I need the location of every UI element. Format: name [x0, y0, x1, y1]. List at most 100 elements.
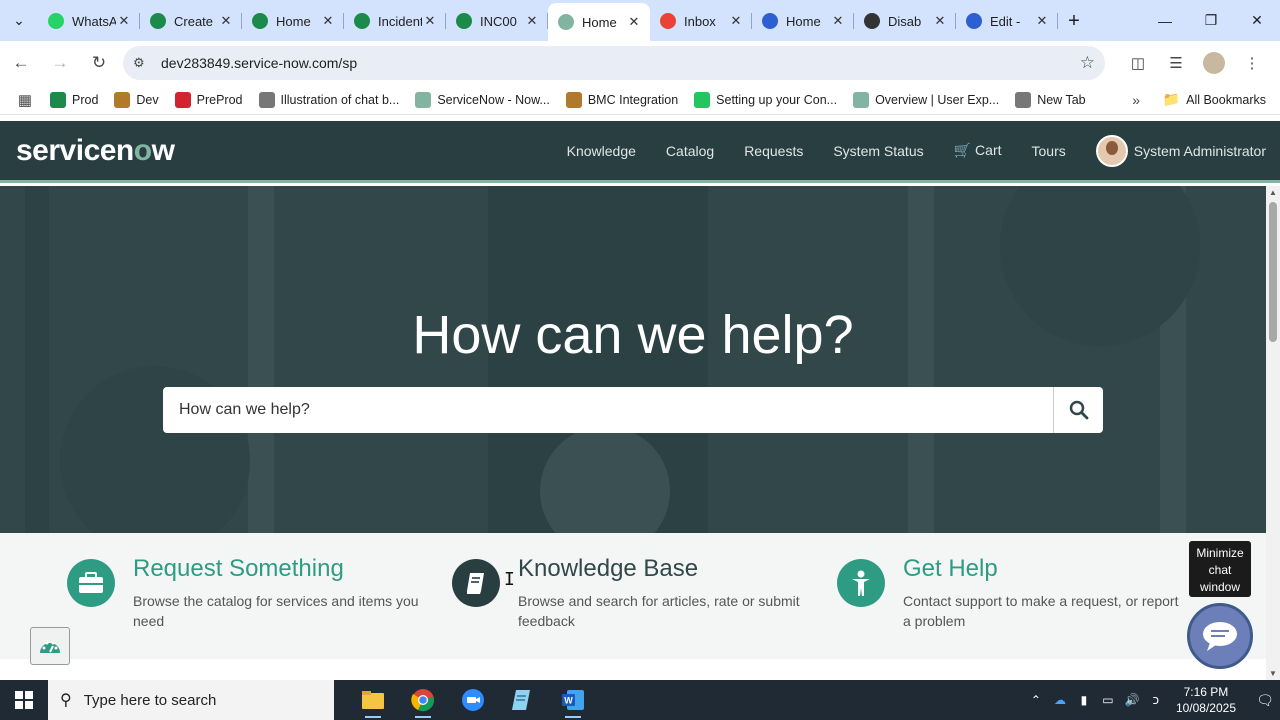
nav-catalog[interactable]: Catalog [666, 143, 714, 159]
onedrive-icon[interactable]: ☁ [1048, 693, 1072, 707]
bookmark-label: BMC Integration [587, 92, 679, 107]
close-tab-icon[interactable]: ✕ [830, 13, 846, 29]
taskbar-notepad[interactable] [498, 680, 548, 720]
browser-tab[interactable]: Home ✕ [242, 4, 344, 38]
feature-desc: Contact support to make a request, or re… [903, 593, 1179, 629]
tab-title: Create [174, 13, 214, 29]
reload-button[interactable]: ↻ [81, 45, 117, 81]
close-tab-icon[interactable]: ✕ [626, 14, 642, 30]
tab-title: Incident [378, 13, 422, 29]
globe-icon [1015, 91, 1032, 108]
bookmarks-overflow-icon[interactable]: » [1132, 92, 1140, 108]
new-tab-button[interactable]: + [1058, 4, 1090, 38]
servicenow-logo[interactable]: servicenow [16, 133, 175, 168]
bookmark-item[interactable]: Dev [114, 91, 159, 108]
browser-tab[interactable]: Home ✕ [752, 4, 854, 38]
feature-title[interactable]: Request Something [133, 555, 433, 583]
bookmark-label: Illustration of chat b... [280, 92, 400, 107]
close-tab-icon[interactable]: ✕ [116, 13, 132, 29]
tab-search-button[interactable]: ⌄ [0, 0, 38, 41]
address-bar[interactable]: ⚙ dev283849.service-now.com/sp ☆ [123, 46, 1105, 80]
close-tab-icon[interactable]: ✕ [422, 13, 438, 29]
system-clock[interactable]: 7:16 PM 10/08/2025 [1176, 684, 1236, 716]
bookmark-item[interactable]: ServiceNow - Now... [415, 91, 550, 108]
feature-title[interactable]: Get Help [903, 555, 1183, 583]
portal-search-button[interactable] [1053, 387, 1103, 433]
bookmark-item[interactable]: Overview | User Exp... [853, 91, 999, 108]
scrollbar-thumb[interactable] [1269, 202, 1277, 342]
minimize-button[interactable]: — [1142, 0, 1188, 41]
close-tab-icon[interactable]: ✕ [524, 13, 540, 29]
portal-search-input[interactable] [163, 387, 1053, 433]
feature-title[interactable]: Knowledge Base [518, 555, 818, 583]
site-info-icon[interactable]: ⚙ [133, 55, 155, 71]
tab-title: Edit - [990, 13, 1021, 29]
close-window-button[interactable]: ✕ [1234, 0, 1280, 41]
close-tab-icon[interactable]: ✕ [218, 13, 234, 29]
forward-button[interactable]: → [42, 45, 78, 81]
feature-get-help[interactable]: Get Help Contact support to make a reque… [837, 555, 1183, 631]
start-button[interactable] [0, 680, 48, 720]
browser-tab[interactable]: Home ✕ [548, 3, 650, 41]
close-tab-icon[interactable]: ✕ [320, 13, 336, 29]
media-control-icon[interactable]: ☰ [1157, 45, 1195, 81]
browser-tab[interactable]: WhatsApp✕ [38, 4, 140, 38]
feature-request-something[interactable]: Request Something Browse the catalog for… [67, 555, 433, 631]
browser-tab[interactable]: Inbox ✕ [650, 4, 752, 38]
taskbar-zoom[interactable] [448, 680, 498, 720]
language-icon[interactable]: כ [1144, 693, 1168, 707]
performance-dashboard-button[interactable] [30, 627, 70, 665]
usb-device-icon[interactable]: ▮ [1072, 693, 1096, 707]
browser-tab[interactable]: Incident ✕ [344, 4, 446, 38]
bookmark-star-icon[interactable]: ☆ [1080, 53, 1095, 73]
bookmark-item[interactable]: Setting up your Con... [694, 91, 837, 108]
bookmark-item[interactable]: New Tab [1015, 91, 1086, 108]
close-tab-icon[interactable]: ✕ [728, 13, 744, 29]
tab-title: Home [786, 13, 821, 29]
browser-tab[interactable]: Create ✕ [140, 4, 242, 38]
chat-toggle-button[interactable] [1187, 603, 1253, 669]
book-icon [452, 559, 500, 607]
browser-tab[interactable]: INC00 ✕ [446, 4, 548, 38]
notification-center-icon[interactable]: 🗨 [1250, 692, 1280, 709]
close-tab-icon[interactable]: ✕ [932, 13, 948, 29]
servicenow-portal-icon [558, 14, 574, 30]
all-bookmarks-button[interactable]: 📁 All Bookmarks [1163, 91, 1266, 108]
nav-system-status[interactable]: System Status [833, 143, 923, 159]
volume-icon[interactable]: 🔊 [1120, 693, 1144, 707]
page-scrollbar[interactable]: ▲ ▼ [1266, 186, 1280, 680]
chat-bubble-icon [1203, 622, 1237, 651]
nav-tours[interactable]: Tours [1032, 143, 1066, 159]
browser-tab[interactable]: Disab ✕ [854, 4, 956, 38]
bookmark-item[interactable]: Illustration of chat b... [258, 91, 400, 108]
zoom-icon [462, 689, 484, 711]
page-lower-area [0, 659, 1266, 680]
user-menu[interactable]: System Administrator [1095, 134, 1266, 167]
feature-desc: Browse the catalog for services and item… [133, 593, 419, 629]
taskbar-file-explorer[interactable] [348, 680, 398, 720]
show-hidden-icons[interactable]: ⌃ [1024, 693, 1048, 707]
restore-button[interactable]: ❐ [1188, 0, 1234, 41]
bookmark-item[interactable]: Prod [50, 91, 98, 108]
bookmark-item[interactable]: PreProd [174, 91, 243, 108]
close-tab-icon[interactable]: ✕ [1034, 13, 1050, 29]
bookmark-item[interactable]: BMC Integration [565, 91, 679, 108]
extensions-icon[interactable]: ◫ [1119, 45, 1157, 81]
address-url[interactable]: dev283849.service-now.com/sp [161, 55, 1080, 71]
taskbar-word[interactable]: W [548, 680, 598, 720]
taskbar-chrome[interactable] [398, 680, 448, 720]
apps-grid-icon[interactable]: ▦ [6, 91, 44, 109]
zoom-icon [762, 13, 778, 29]
browser-tab[interactable]: Edit - ✕ [956, 4, 1058, 38]
taskbar-search[interactable]: ⚲ Type here to search [48, 680, 334, 720]
back-button[interactable]: ← [3, 45, 39, 81]
nav-requests[interactable]: Requests [744, 143, 803, 159]
nav-cart[interactable]: 🛒 Cart [954, 142, 1002, 159]
battery-icon[interactable]: ▭ [1096, 693, 1120, 707]
scroll-down-icon[interactable]: ▼ [1266, 669, 1280, 678]
nav-knowledge[interactable]: Knowledge [567, 143, 636, 159]
more-menu-icon[interactable]: ⋮ [1233, 45, 1271, 81]
scroll-up-icon[interactable]: ▲ [1266, 188, 1280, 197]
profile-avatar[interactable] [1203, 52, 1225, 74]
logo-text-end: w [151, 133, 175, 167]
